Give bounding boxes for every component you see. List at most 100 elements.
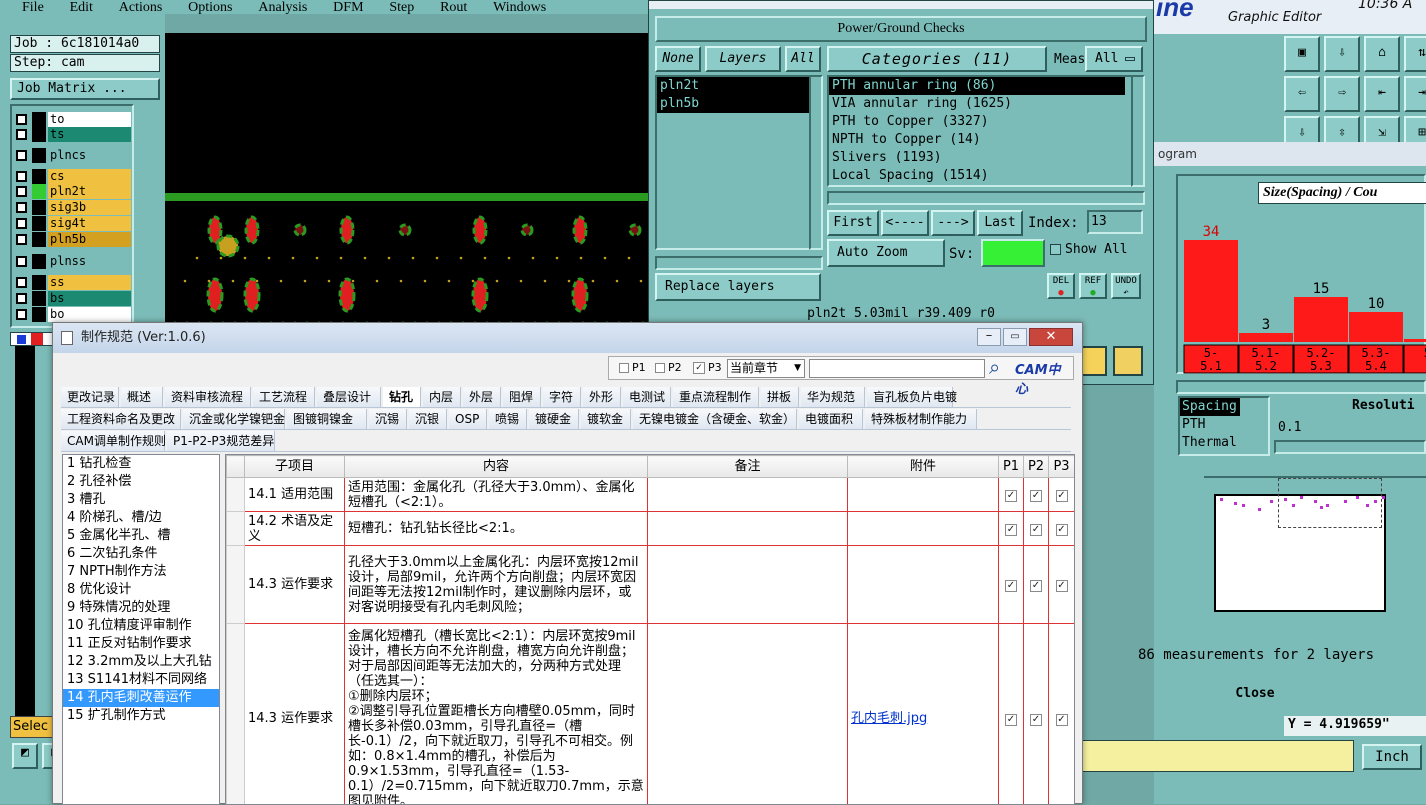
editor-tool-icon[interactable]: ⇦ [1284,76,1320,112]
tab-tabs_row1-12[interactable]: 重点流程制作 [673,387,759,407]
histogram-bar[interactable] [1294,297,1348,342]
p1-cell[interactable]: ✓ [999,546,1024,624]
tree-item[interactable]: 8 优化设计 [63,581,219,599]
command-bar[interactable] [1082,740,1354,772]
section-tree[interactable]: 1 钻孔检查2 孔径补偿3 槽孔4 阶梯孔、槽/边5 金属化半孔、槽6 二次钻孔… [62,454,220,805]
job-matrix-button[interactable]: Job Matrix ... [10,78,160,100]
tab-tabs_row1-0[interactable]: 更改记录 [61,387,119,407]
menu-file[interactable]: File [22,3,44,13]
editor-tool-icon[interactable]: ⇩ [1324,36,1360,72]
tab-tabs_row1-6[interactable]: 内层 [423,387,461,407]
tree-item[interactable]: 5 金属化半孔、槽 [63,527,219,545]
maximize-button[interactable]: ▭ [1003,328,1027,346]
layer-list-hscrollbar[interactable] [655,256,823,270]
menu-analysis[interactable]: Analysis [258,3,307,13]
layer-row[interactable]: plnss [14,254,134,269]
attachment-cell[interactable] [848,546,999,624]
tree-item[interactable]: 7 NPTH制作方法 [63,563,219,581]
p3-cell[interactable]: ✓ [1049,512,1075,546]
tab-tabs_row2-6[interactable]: 喷锡 [489,409,527,429]
layer-list-scrollbar[interactable] [809,75,823,250]
menu-dfm[interactable]: DFM [333,3,363,13]
tab-tabs_row2-0[interactable]: 工程资料命名及更改 [61,409,181,429]
tab-tabs_row1-10[interactable]: 外形 [583,387,621,407]
menu-step[interactable]: Step [389,3,414,13]
p2-cell[interactable]: ✓ [1024,478,1049,512]
row-header[interactable] [227,478,245,512]
tab-tabs_row2-3[interactable]: 沉锡 [369,409,407,429]
tree-item[interactable]: 12 3.2mm及以上大孔钻 [63,653,219,671]
tree-item[interactable]: 9 特殊情况的处理 [63,599,219,617]
category-item[interactable]: PTH annular ring (86) [829,77,1125,95]
sv-color-select[interactable] [981,239,1045,267]
p3-cell[interactable]: ✓ [1049,546,1075,624]
table-row[interactable]: 14.1 适用范围适用范围：金属化孔（孔径大于3.0mm）、金属化短槽孔（<2:… [227,478,1075,512]
layer-checkbox[interactable] [16,309,27,320]
layer-list-item[interactable]: pln5b [657,95,809,113]
tab-tabs_row2-8[interactable]: 镀软金 [581,409,631,429]
tree-item[interactable]: 13 S1141材料不同网络 [63,671,219,689]
tab-tabs_row2-10[interactable]: 电镀面积 [799,409,863,429]
row-header[interactable] [227,624,245,805]
menu-edit[interactable]: Edit [70,3,93,13]
category-listbox[interactable]: PTH annular ring (86) VIA annular ring (… [827,75,1133,187]
resolution-slider[interactable] [1274,440,1426,454]
tab-tabs_row1-8[interactable]: 阻焊 [503,387,541,407]
p3-filter-checkbox[interactable]: ✓ [693,362,705,374]
p3-checkbox[interactable]: ✓ [1056,524,1068,536]
layer-checkbox[interactable] [16,218,27,229]
tree-item[interactable]: 6 二次钻孔条件 [63,545,219,563]
layer-row[interactable]: to [14,112,134,127]
p1-checkbox[interactable]: ✓ [1005,580,1017,592]
replace-layers-button[interactable]: Replace layers [655,273,821,301]
all-button[interactable]: All [785,46,821,72]
histogram-bar[interactable] [1239,333,1293,342]
tab-tabs_row1-3[interactable]: 工艺流程 [253,387,315,407]
tree-item[interactable]: 3 槽孔 [63,491,219,509]
tree-item[interactable]: 10 孔位精度评审制作 [63,617,219,635]
table-row[interactable]: 14.3 运作要求孔径大于3.0mm以上金属化孔：内层环宽按12mil设计，局部… [227,546,1075,624]
editor-tool-icon[interactable]: ▣ [1284,36,1320,72]
tree-item[interactable]: 11 正反对钻制作要求 [63,635,219,653]
layer-listbox[interactable]: pln2t pln5b [655,75,811,250]
layer-checkbox[interactable] [16,150,27,161]
category-scrollbar[interactable] [1131,75,1145,187]
categories-button[interactable]: Categories (11) [827,46,1047,72]
tree-item[interactable]: 1 钻孔检查 [63,455,219,473]
table-row[interactable]: 14.2 术语及定义短槽孔：钻孔钻长径比<2:1。✓✓✓ [227,512,1075,546]
tab-tabs_row3-1[interactable]: P1-P2-P3规范差异 [167,431,275,451]
layer-checkbox[interactable] [16,234,27,245]
menu-windows[interactable]: Windows [493,3,546,13]
p1-cell[interactable]: ✓ [999,478,1024,512]
tree-item[interactable]: 15 扩孔制作方式 [63,707,219,725]
tab-tabs_row1-7[interactable]: 外层 [463,387,501,407]
layer-row[interactable]: pln5b [14,232,134,247]
auto-zoom-select[interactable]: Auto Zoom [827,239,945,267]
tab-tabs_row3-0[interactable]: CAM调单制作规则 [61,431,165,451]
p3-checkbox[interactable]: ✓ [1056,714,1068,726]
search-icon[interactable]: ⌕ [989,355,1000,379]
histogram-icon[interactable] [1113,346,1143,376]
prev-button[interactable]: <---- [881,210,929,236]
p2-checkbox[interactable]: ✓ [1030,524,1042,536]
editor-tool-icon[interactable]: ⇥ [1404,76,1426,112]
layer-row[interactable]: plncs [14,148,134,163]
tab-tabs_row2-5[interactable]: OSP [449,409,487,429]
row-header[interactable] [227,546,245,624]
type-item[interactable]: PTH [1180,416,1268,434]
attachment-cell[interactable]: 孔内毛刺.jpg [848,624,999,805]
layer-row[interactable]: bo [14,307,134,322]
tab-tabs_row1-13[interactable]: 拼板 [761,387,799,407]
close-button[interactable]: Close [1084,686,1426,702]
tab-tabs_row1-5[interactable]: 钻孔 [383,387,421,407]
tree-item[interactable]: 14 孔内毛刺改善运作 [63,689,219,707]
tab-tabs_row1-1[interactable]: 概述 [121,387,163,407]
tab-tabs_row2-7[interactable]: 镀硬金 [529,409,579,429]
next-button[interactable]: ---> [931,210,975,236]
p2-cell[interactable]: ✓ [1024,546,1049,624]
none-button[interactable]: None [655,46,701,72]
attachment-link[interactable]: 孔内毛刺.jpg [851,711,927,726]
tab-tabs_row1-14[interactable]: 华为规范 [801,387,865,407]
menu-actions[interactable]: Actions [119,3,163,13]
minimize-button[interactable]: – [977,328,1001,346]
